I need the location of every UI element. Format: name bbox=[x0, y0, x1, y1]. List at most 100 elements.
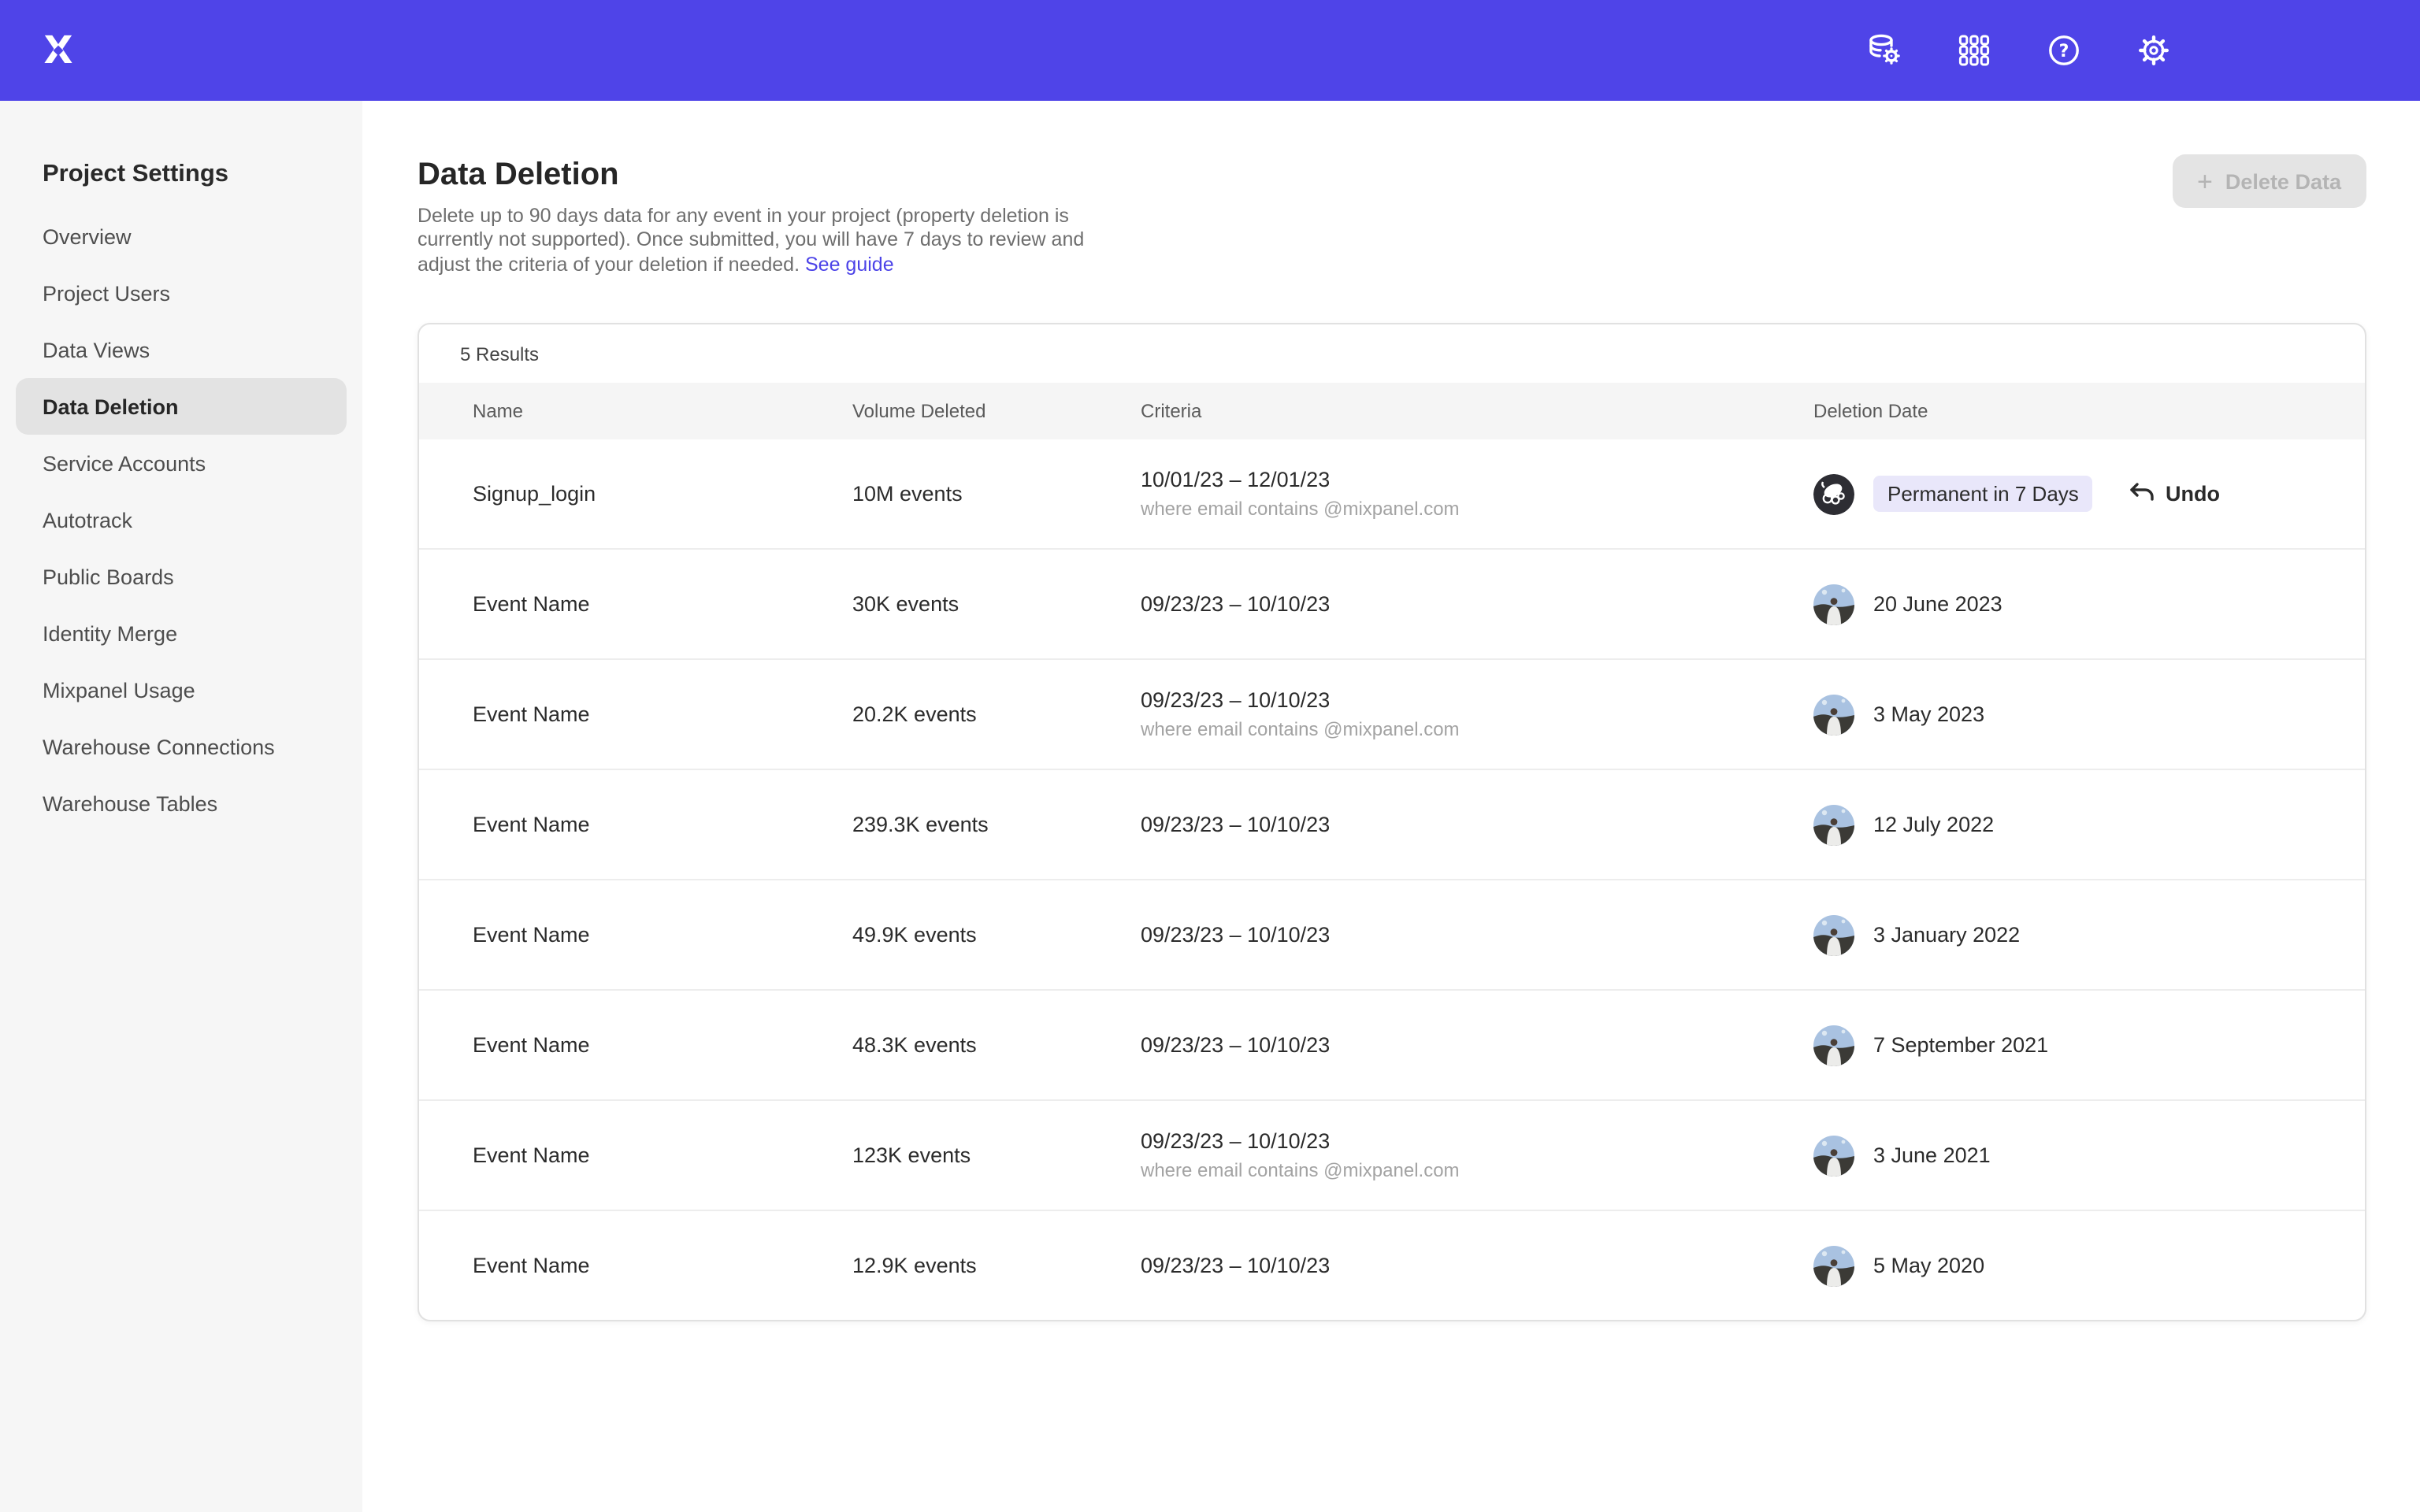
row-criteria-note: where email contains @mixpanel.com bbox=[1141, 498, 1460, 520]
table-row: Event Name 239.3K events 09/23/23 – 10/1… bbox=[419, 770, 2365, 880]
help-icon[interactable]: ? bbox=[2045, 32, 2083, 69]
permanent-badge: Permanent in 7 Days bbox=[1873, 476, 2093, 512]
row-criteria-cell: 09/23/23 – 10/10/23 where email contains… bbox=[1141, 1101, 1460, 1210]
row-deletion-date: 3 May 2023 bbox=[1873, 702, 1984, 726]
table-row: Event Name 30K events 09/23/23 – 10/10/2… bbox=[419, 550, 2365, 660]
row-criteria-cell: 09/23/23 – 10/10/23 bbox=[1141, 991, 1330, 1099]
sidebar-title: Project Settings bbox=[0, 101, 362, 191]
plus-icon: + bbox=[2197, 168, 2213, 195]
row-criteria-cell: 09/23/23 – 10/10/23 where email contains… bbox=[1141, 660, 1460, 769]
column-header-volume-deleted: Volume Deleted bbox=[852, 383, 985, 439]
sidebar-item-data-views[interactable]: Data Views bbox=[16, 321, 347, 378]
row-name: Event Name bbox=[473, 770, 590, 879]
app-window: X bbox=[0, 0, 2420, 1512]
column-header-deletion-date: Deletion Date bbox=[1813, 383, 1928, 439]
row-criteria-cell: 09/23/23 – 10/10/23 bbox=[1141, 770, 1330, 879]
sidebar-item-identity-merge[interactable]: Identity Merge bbox=[16, 605, 347, 662]
row-volume: 49.9K events bbox=[852, 880, 977, 989]
row-volume: 123K events bbox=[852, 1101, 971, 1210]
row-deletion-cell: 3 May 2023 bbox=[1813, 660, 2365, 769]
apps-grid-icon[interactable] bbox=[1955, 32, 1993, 69]
sidebar-item-mixpanel-usage[interactable]: Mixpanel Usage bbox=[16, 662, 347, 718]
sidebar-item-service-accounts[interactable]: Service Accounts bbox=[16, 435, 347, 491]
row-deletion-cell: Permanent in 7 Days Undo bbox=[1813, 439, 2365, 548]
mixpanel-logo-icon[interactable]: X bbox=[39, 30, 77, 71]
row-criteria-note: where email contains @mixpanel.com bbox=[1141, 718, 1460, 740]
row-criteria-cell: 09/23/23 – 10/10/23 bbox=[1141, 880, 1330, 989]
row-deletion-cell: 7 September 2021 bbox=[1813, 991, 2365, 1099]
row-name: Event Name bbox=[473, 550, 590, 658]
row-name: Signup_login bbox=[473, 439, 596, 548]
row-volume: 48.3K events bbox=[852, 991, 977, 1099]
topbar: X bbox=[0, 0, 2420, 101]
settings-gear-icon[interactable] bbox=[2135, 32, 2173, 69]
main-content: Data Deletion Delete up to 90 days data … bbox=[362, 101, 2420, 1512]
see-guide-link[interactable]: See guide bbox=[805, 254, 894, 276]
row-criteria: 09/23/23 – 10/10/23 bbox=[1141, 1254, 1330, 1277]
undo-button[interactable]: Undo bbox=[2128, 482, 2220, 506]
row-criteria: 09/23/23 – 10/10/23 bbox=[1141, 1033, 1330, 1057]
row-criteria-note: where email contains @mixpanel.com bbox=[1141, 1159, 1460, 1181]
row-criteria: 10/01/23 – 12/01/23 bbox=[1141, 468, 1330, 491]
row-volume: 30K events bbox=[852, 550, 959, 658]
row-criteria: 09/23/23 – 10/10/23 bbox=[1141, 688, 1330, 712]
row-criteria: 09/23/23 – 10/10/23 bbox=[1141, 923, 1330, 947]
user-avatar bbox=[1813, 914, 1854, 955]
sidebar-item-warehouse-tables[interactable]: Warehouse Tables bbox=[16, 775, 347, 832]
user-avatar bbox=[1813, 1135, 1854, 1176]
table-body: Signup_login 10M events 10/01/23 – 12/01… bbox=[419, 439, 2365, 1320]
delete-data-label: Delete Data bbox=[2225, 169, 2341, 193]
sidebar: Project Settings OverviewProject UsersDa… bbox=[0, 101, 362, 1512]
row-deletion-cell: 12 July 2022 bbox=[1813, 770, 2365, 879]
user-avatar bbox=[1813, 1025, 1854, 1065]
delete-data-button[interactable]: + Delete Data bbox=[2172, 154, 2366, 208]
user-avatar bbox=[1813, 694, 1854, 735]
row-deletion-date: 3 January 2022 bbox=[1873, 923, 2020, 947]
undo-icon bbox=[2128, 482, 2155, 506]
row-criteria: 09/23/23 – 10/10/23 bbox=[1141, 592, 1330, 616]
sidebar-item-project-users[interactable]: Project Users bbox=[16, 265, 347, 321]
row-name: Event Name bbox=[473, 660, 590, 769]
column-header-criteria: Criteria bbox=[1141, 383, 1201, 439]
row-volume: 20.2K events bbox=[852, 660, 977, 769]
row-volume: 10M events bbox=[852, 439, 963, 548]
data-management-icon[interactable] bbox=[1865, 32, 1903, 69]
row-deletion-date: 12 July 2022 bbox=[1873, 813, 1994, 836]
row-name: Event Name bbox=[473, 1101, 590, 1210]
row-volume: 12.9K events bbox=[852, 1211, 977, 1320]
table-row: Event Name 48.3K events 09/23/23 – 10/10… bbox=[419, 991, 2365, 1101]
table-row: Event Name 123K events 09/23/23 – 10/10/… bbox=[419, 1101, 2365, 1211]
svg-text:?: ? bbox=[2059, 42, 2069, 61]
row-deletion-date: 20 June 2023 bbox=[1873, 592, 2002, 616]
results-count: 5 Results bbox=[419, 324, 2365, 383]
table-row: Signup_login 10M events 10/01/23 – 12/01… bbox=[419, 439, 2365, 550]
row-deletion-date: 5 May 2020 bbox=[1873, 1254, 1984, 1277]
row-deletion-date: 7 September 2021 bbox=[1873, 1033, 2048, 1057]
row-name: Event Name bbox=[473, 1211, 590, 1320]
page-description-text: Delete up to 90 days data for any event … bbox=[418, 205, 1084, 276]
row-deletion-cell: 3 June 2021 bbox=[1813, 1101, 2365, 1210]
row-name: Event Name bbox=[473, 991, 590, 1099]
row-deletion-cell: 5 May 2020 bbox=[1813, 1211, 2365, 1320]
row-deletion-cell: 20 June 2023 bbox=[1813, 550, 2365, 658]
row-name: Event Name bbox=[473, 880, 590, 989]
sidebar-item-autotrack[interactable]: Autotrack bbox=[16, 491, 347, 548]
user-avatar bbox=[1813, 473, 1854, 514]
row-criteria: 09/23/23 – 10/10/23 bbox=[1141, 813, 1330, 836]
sidebar-item-warehouse-connections[interactable]: Warehouse Connections bbox=[16, 718, 347, 775]
row-criteria-cell: 09/23/23 – 10/10/23 bbox=[1141, 550, 1330, 658]
sidebar-item-overview[interactable]: Overview bbox=[16, 208, 347, 265]
row-deletion-cell: 3 January 2022 bbox=[1813, 880, 2365, 989]
topbar-icon-group: ? bbox=[1865, 0, 2173, 101]
sidebar-item-public-boards[interactable]: Public Boards bbox=[16, 548, 347, 605]
user-avatar bbox=[1813, 804, 1854, 845]
row-deletion-date: 3 June 2021 bbox=[1873, 1143, 1991, 1167]
page-description: Delete up to 90 days data for any event … bbox=[418, 205, 1111, 277]
deletion-table-card: 5 Results Name Volume Deleted Criteria D… bbox=[418, 323, 2366, 1321]
column-header-name: Name bbox=[473, 383, 523, 439]
table-row: Event Name 12.9K events 09/23/23 – 10/10… bbox=[419, 1211, 2365, 1320]
sidebar-item-data-deletion[interactable]: Data Deletion bbox=[16, 378, 347, 435]
undo-label: Undo bbox=[2166, 482, 2220, 506]
user-avatar bbox=[1813, 1245, 1854, 1286]
table-row: Event Name 49.9K events 09/23/23 – 10/10… bbox=[419, 880, 2365, 991]
